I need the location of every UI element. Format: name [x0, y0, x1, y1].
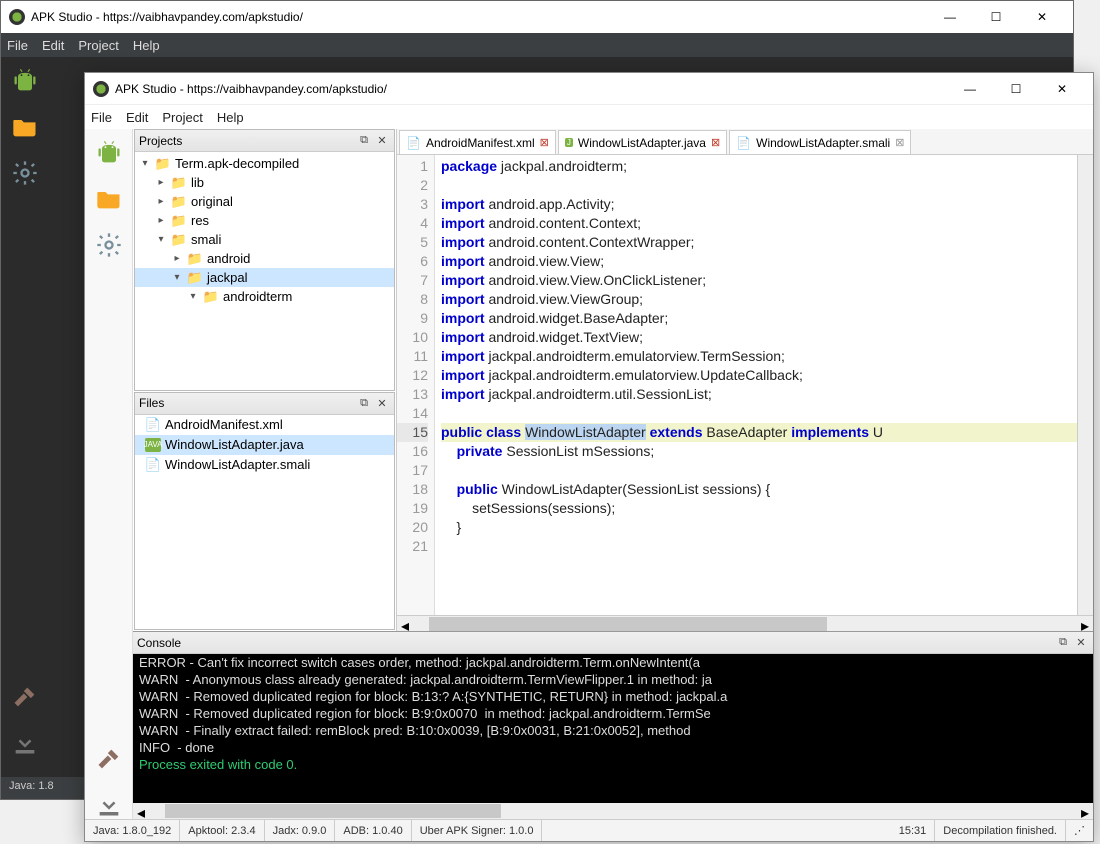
menu-file[interactable]: File: [7, 38, 28, 53]
menu-help[interactable]: Help: [133, 38, 160, 53]
titlebar[interactable]: APK Studio - https://vaibhavpandey.com/a…: [1, 1, 1073, 33]
close-icon[interactable]: ✕: [1073, 635, 1089, 651]
gear-icon[interactable]: [95, 231, 123, 259]
tree-row[interactable]: ▾📁Term.apk-decompiled: [135, 154, 394, 173]
editor-area: 📄AndroidManifest.xml⊠ JWindowListAdapter…: [397, 129, 1093, 631]
tree-row[interactable]: ▾📁smali: [135, 230, 394, 249]
line-gutter: 123456789101112131415161718192021: [397, 155, 435, 615]
minimize-button[interactable]: —: [947, 73, 993, 105]
status-adb: ADB: 1.0.40: [335, 820, 411, 841]
file-row[interactable]: 📄AndroidManifest.xml: [135, 415, 394, 435]
left-toolbar: [1, 57, 49, 757]
editor-tab[interactable]: JWindowListAdapter.java⊠: [558, 130, 727, 154]
files-list[interactable]: 📄AndroidManifest.xml JAVAWindowListAdapt…: [135, 415, 394, 629]
menu-help[interactable]: Help: [217, 110, 244, 125]
statusbar: Java: 1.8.0_192 Apktool: 2.3.4 Jadx: 0.9…: [85, 819, 1093, 841]
minimize-button[interactable]: —: [927, 1, 973, 33]
menubar: File Edit Project Help: [1, 33, 1073, 57]
menu-file[interactable]: File: [91, 110, 112, 125]
code-content[interactable]: package jackpal.androidterm; import andr…: [435, 155, 1077, 615]
maximize-button[interactable]: ☐: [973, 1, 1019, 33]
status-java: Java: 1.8.0_192: [85, 820, 180, 841]
menu-edit[interactable]: Edit: [42, 38, 64, 53]
android-icon[interactable]: [95, 139, 123, 167]
tab-close-icon[interactable]: ⊠: [895, 136, 904, 149]
horizontal-scrollbar[interactable]: ◂▸: [133, 803, 1093, 819]
install-icon[interactable]: [11, 729, 39, 757]
android-icon[interactable]: [11, 67, 39, 95]
panel-title: Projects: [139, 134, 354, 148]
foreground-window: APK Studio - https://vaibhavpandey.com/a…: [84, 72, 1094, 842]
tab-close-icon[interactable]: ⊠: [711, 136, 720, 149]
titlebar[interactable]: APK Studio - https://vaibhavpandey.com/a…: [85, 73, 1093, 105]
horizontal-scrollbar[interactable]: ◂▸: [397, 615, 1093, 631]
panel-title: Console: [137, 636, 1053, 650]
app-icon: [93, 81, 109, 97]
editor-tabbar: 📄AndroidManifest.xml⊠ JWindowListAdapter…: [397, 129, 1093, 155]
menu-project[interactable]: Project: [78, 38, 118, 53]
editor-tab[interactable]: 📄WindowListAdapter.smali⊠: [729, 130, 911, 154]
folder-icon[interactable]: [95, 185, 123, 213]
console-panel: Console ⧉ ✕ ERROR - Can't fix incorrect …: [133, 631, 1093, 819]
close-icon[interactable]: ✕: [374, 395, 390, 411]
project-tree[interactable]: ▾📁Term.apk-decompiled ▸📁lib ▸📁original ▸…: [135, 152, 394, 390]
window-title: APK Studio - https://vaibhavpandey.com/a…: [31, 10, 927, 24]
tab-close-icon[interactable]: ⊠: [540, 136, 549, 149]
gear-icon[interactable]: [11, 159, 39, 187]
status-message: Decompilation finished.: [935, 820, 1066, 841]
tree-row[interactable]: ▾📁androidterm: [135, 287, 394, 306]
code-editor[interactable]: 123456789101112131415161718192021 packag…: [397, 155, 1093, 615]
status-time: 15:31: [891, 820, 936, 841]
tree-row[interactable]: ▾📁jackpal: [135, 268, 394, 287]
maximize-button[interactable]: ☐: [993, 73, 1039, 105]
menubar: File Edit Project Help: [85, 105, 1093, 129]
vertical-scrollbar[interactable]: [1077, 155, 1093, 615]
tree-row[interactable]: ▸📁android: [135, 249, 394, 268]
resize-grip-icon[interactable]: ⋰: [1066, 820, 1093, 841]
file-row[interactable]: 📄WindowListAdapter.smali: [135, 455, 394, 475]
tree-row[interactable]: ▸📁res: [135, 211, 394, 230]
status-apktool: Apktool: 2.3.4: [180, 820, 264, 841]
detach-icon[interactable]: ⧉: [356, 395, 372, 411]
close-button[interactable]: ✕: [1019, 1, 1065, 33]
hammer-icon[interactable]: [11, 683, 39, 711]
console-output[interactable]: ERROR - Can't fix incorrect switch cases…: [133, 654, 1093, 803]
tree-row[interactable]: ▸📁lib: [135, 173, 394, 192]
left-toolbar: [85, 129, 133, 819]
status-uber: Uber APK Signer: 1.0.0: [412, 820, 543, 841]
app-icon: [9, 9, 25, 25]
detach-icon[interactable]: ⧉: [1055, 635, 1071, 651]
close-icon[interactable]: ✕: [374, 133, 390, 149]
folder-icon[interactable]: [11, 113, 39, 141]
menu-edit[interactable]: Edit: [126, 110, 148, 125]
panel-title: Files: [139, 396, 354, 410]
files-panel: Files ⧉ ✕ 📄AndroidManifest.xml JAVAWindo…: [134, 392, 395, 630]
projects-panel: Projects ⧉ ✕ ▾📁Term.apk-decompiled ▸📁lib…: [134, 129, 395, 391]
install-icon[interactable]: [95, 791, 123, 819]
menu-project[interactable]: Project: [162, 110, 202, 125]
tree-row[interactable]: ▸📁original: [135, 192, 394, 211]
detach-icon[interactable]: ⧉: [356, 133, 372, 149]
window-title: APK Studio - https://vaibhavpandey.com/a…: [115, 82, 947, 96]
editor-tab[interactable]: 📄AndroidManifest.xml⊠: [399, 130, 556, 154]
hammer-icon[interactable]: [95, 745, 123, 773]
close-button[interactable]: ✕: [1039, 73, 1085, 105]
file-row[interactable]: JAVAWindowListAdapter.java: [135, 435, 394, 455]
status-jadx: Jadx: 0.9.0: [265, 820, 336, 841]
